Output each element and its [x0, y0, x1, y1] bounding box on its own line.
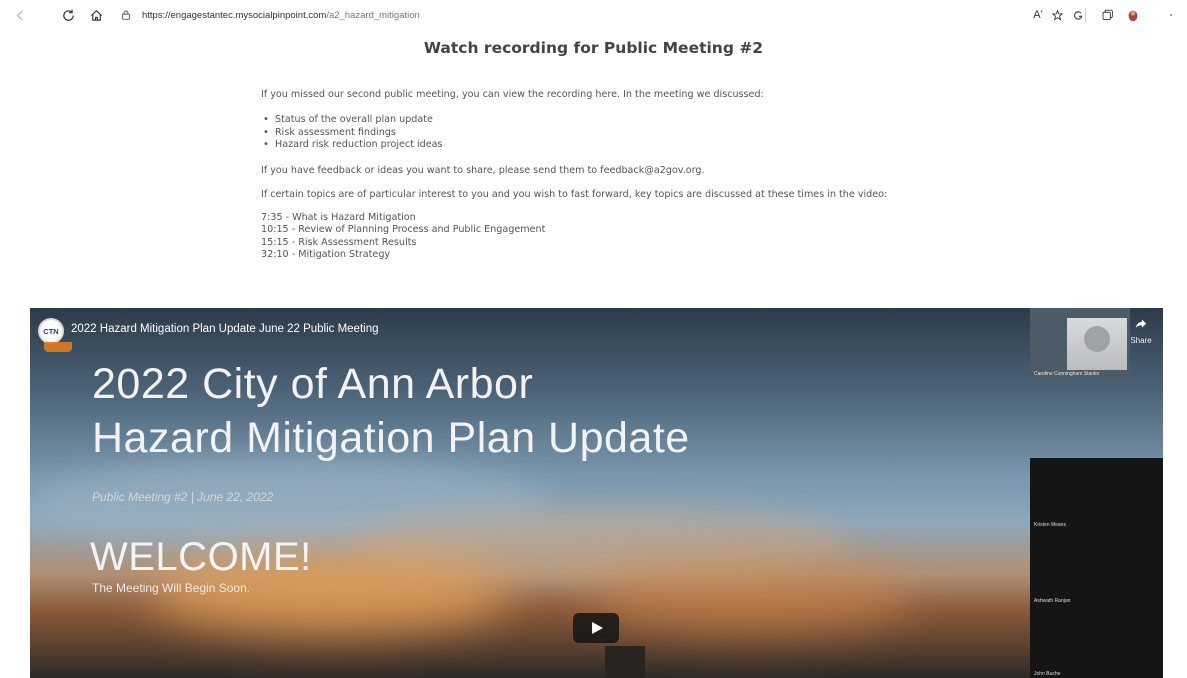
participant-strip: Caroline Cunningham Stanko Share Kristen… — [1030, 308, 1163, 678]
channel-logo[interactable]: CTN — [38, 318, 64, 344]
participant-name: Ashwath Ranjan — [1034, 598, 1071, 604]
timestamp-list: 7:35 - What is Hazard Mitigation 10:15 -… — [261, 212, 1021, 262]
read-aloud-label: Aʹ — [1033, 9, 1043, 21]
profile-avatar-icon[interactable] — [1123, 5, 1143, 25]
share-icon — [1135, 319, 1147, 329]
list-item: Risk assessment findings — [261, 127, 1021, 140]
share-button[interactable]: Share — [1126, 316, 1156, 345]
channel-logo-text: CTN — [43, 326, 59, 336]
read-aloud-icon[interactable]: Aʹ — [1028, 5, 1048, 25]
favorite-icon[interactable] — [1047, 5, 1067, 25]
slide-begin-text: The Meeting Will Begin Soon. — [92, 581, 251, 595]
url-text: https://engagestantec.mysocialpinpoint.c… — [142, 10, 420, 21]
video-title[interactable]: 2022 Hazard Mitigation Plan Update June … — [71, 323, 379, 335]
sunset-glow — [590, 563, 910, 633]
more-options-icon[interactable] — [1164, 5, 1184, 25]
address-bar[interactable]: https://engagestantec.mysocialpinpoint.c… — [120, 5, 420, 25]
back-icon[interactable] — [10, 5, 30, 25]
participant-name: Caroline Cunningham Stanko — [1034, 371, 1100, 377]
timestamp-item: 15:15 - Risk Assessment Results — [261, 236, 417, 248]
channel-logo-tab — [44, 342, 72, 352]
article-body: If you missed our second public meeting,… — [261, 88, 1021, 262]
building-silhouette — [605, 646, 645, 678]
refresh-icon[interactable] — [58, 5, 78, 25]
slide-title-line1: 2022 City of Ann Arbor — [92, 360, 534, 408]
timestamp-item: 10:15 - Review of Planning Process and P… — [261, 224, 546, 235]
url-path: /a2_hazard_mitigation — [326, 9, 420, 21]
toolbar-divider — [1085, 8, 1086, 22]
play-icon — [592, 622, 603, 634]
home-icon[interactable] — [86, 5, 106, 25]
list-item: Status of the overall plan update — [261, 114, 1021, 127]
page-title: Watch recording for Public Meeting #2 — [423, 39, 764, 57]
lock-icon — [120, 8, 134, 22]
slide-subtitle: Public Meeting #2 | June 22, 2022 — [92, 490, 274, 504]
browser-toolbar: https://engagestantec.mysocialpinpoint.c… — [0, 0, 1187, 30]
intro-text: If you missed our second public meeting,… — [261, 89, 764, 100]
participant-video: Caroline Cunningham Stanko — [1030, 308, 1130, 378]
participant-name: Kristen Means — [1034, 522, 1066, 528]
list-item: Hazard risk reduction project ideas — [261, 139, 1021, 152]
collections-icon[interactable] — [1097, 5, 1117, 25]
video-player[interactable]: CTN 2022 Hazard Mitigation Plan Update J… — [30, 308, 1163, 678]
participant-tiles: Kristen Means Ashwath Ranjan John Buche — [1030, 458, 1163, 678]
play-button[interactable] — [573, 613, 619, 643]
feedback-text: If you have feedback or ideas you want t… — [261, 164, 705, 176]
participant-silhouette — [1084, 326, 1110, 352]
timestamp-item: 32:10 - Mitigation Strategy — [261, 249, 391, 260]
slide-title-line2: Hazard Mitigation Plan Update — [92, 414, 690, 462]
participant-name: John Buche — [1034, 671, 1061, 677]
slide-welcome: WELCOME! — [90, 535, 312, 579]
url-host: https://engagestantec.mysocialpinpoint.c… — [142, 9, 327, 21]
share-label: Share — [1130, 336, 1152, 345]
topics-intro-text: If certain topics are of particular inte… — [261, 188, 888, 200]
timestamp-item: 7:35 - What is Hazard Mitigation — [261, 211, 416, 223]
topics-list: Status of the overall plan update Risk a… — [261, 114, 1021, 152]
